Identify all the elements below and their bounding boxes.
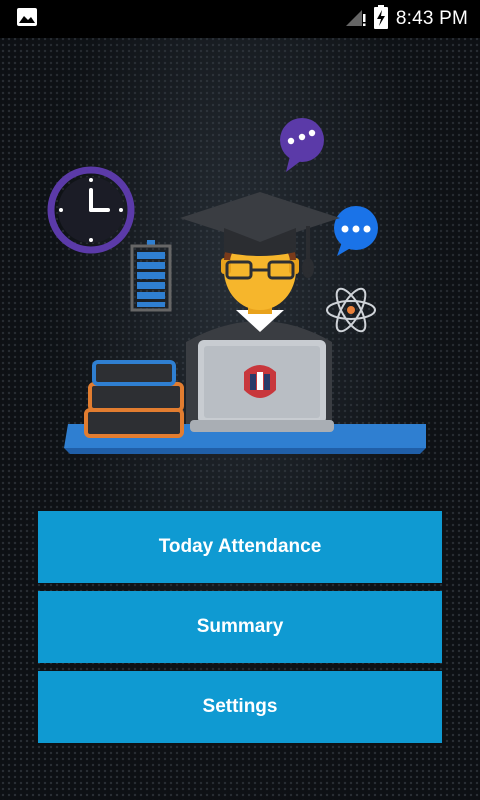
status-time: 8:43 PM (395, 8, 468, 29)
battery-charging-icon (373, 4, 388, 34)
summary-button[interactable]: Summary (38, 591, 442, 663)
today-attendance-button[interactable]: Today Attendance (38, 511, 442, 583)
chat-bubble-icon (334, 206, 378, 256)
books-icon (84, 360, 184, 438)
settings-label: Settings (202, 696, 278, 717)
clock-icon (47, 166, 135, 254)
chat-bubble-icon (280, 118, 324, 172)
today-attendance-label: Today Attendance (158, 536, 322, 557)
student-laptop-illustration (40, 110, 440, 470)
atom-icon (326, 287, 376, 333)
summary-label: Summary (196, 616, 284, 637)
image-notification-icon (16, 7, 38, 32)
battery-icon (130, 240, 172, 312)
laptop-icon (190, 340, 334, 432)
status-bar: 8:43 PM (0, 0, 480, 38)
settings-button[interactable]: Settings (38, 671, 442, 743)
signal-icon (344, 6, 366, 33)
